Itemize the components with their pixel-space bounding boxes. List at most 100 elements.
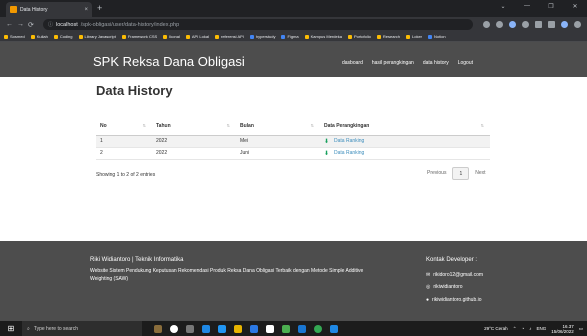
- bookmark-item[interactable]: Framework CSS: [121, 34, 157, 39]
- extensions-puzzle-icon[interactable]: [535, 21, 542, 28]
- column-header-year[interactable]: Tahun ⇅: [152, 117, 236, 136]
- bookmark-item[interactable]: Library Javascript: [78, 34, 116, 39]
- cortana-icon[interactable]: [170, 324, 178, 333]
- bookmark-item[interactable]: Coding: [53, 34, 73, 39]
- bookmark-item[interactable]: hyperstudy: [249, 34, 275, 39]
- sort-icon: ⇅: [310, 123, 314, 128]
- tab-search-button[interactable]: ⌄: [497, 3, 509, 10]
- column-header-no[interactable]: No ⇅: [96, 117, 152, 136]
- extension-icon[interactable]: [522, 21, 529, 28]
- browser-tab[interactable]: Data History ×: [6, 2, 92, 17]
- nav-link-data-history[interactable]: data history: [423, 60, 449, 66]
- bookmark-item[interactable]: Portofolio: [347, 34, 371, 39]
- bookmark-item[interactable]: Notion: [428, 34, 446, 39]
- table-row: 1 2022 Mei ⬇ Data Ranking: [96, 135, 490, 148]
- sidebar-icon[interactable]: [548, 21, 555, 28]
- file-explorer-icon[interactable]: [234, 324, 242, 333]
- url-host: localhost: [56, 21, 78, 28]
- bookmark-item[interactable]: Figma: [281, 34, 299, 39]
- tray-chevron-icon[interactable]: ⌃: [513, 326, 517, 332]
- chrome-icon[interactable]: [314, 324, 322, 333]
- weather-widget[interactable]: 29°C Cerah: [484, 326, 508, 331]
- notion-icon: [428, 34, 433, 39]
- sort-icon: ⇅: [226, 123, 230, 128]
- site-header: SPK Reksa Dana Obligasi dasboard hasil p…: [0, 42, 587, 77]
- back-arrow-icon[interactable]: ←: [6, 21, 17, 28]
- nav-link-ranking-results[interactable]: hasil perangkingan: [372, 60, 414, 66]
- sort-icon: ⇅: [480, 123, 484, 128]
- app-icon[interactable]: [266, 324, 274, 333]
- forward-arrow-icon[interactable]: →: [17, 21, 28, 28]
- app-icon[interactable]: [218, 324, 226, 333]
- share-icon[interactable]: [483, 21, 490, 28]
- tab-close-icon[interactable]: ×: [84, 7, 88, 13]
- bookmark-item[interactable]: Research: [376, 34, 400, 39]
- task-view-icon[interactable]: [186, 324, 194, 333]
- windows-taskbar: ⊞ ⌕ Type here to search 29°C Cerah ⌃ ◔ ♪…: [0, 321, 587, 336]
- data-ranking-link[interactable]: ⬇ Data Ranking: [324, 138, 364, 145]
- contact-email[interactable]: ✉ rikidoro12@gmail.com: [426, 272, 483, 278]
- language-indicator[interactable]: ENG: [536, 326, 546, 331]
- menu-kebab-icon[interactable]: [574, 21, 581, 28]
- site-footer: Riki Widiantoro | Teknik Informatika Web…: [0, 241, 587, 321]
- folder-icon: [215, 34, 219, 39]
- download-icon: ⬇: [324, 138, 330, 145]
- widget-icon[interactable]: [154, 324, 162, 333]
- url-input[interactable]: ⓘ localhost/spk-obligasi/user/data-histo…: [43, 19, 473, 30]
- footer-title: Riki Widiantoro | Teknik Informatika: [90, 257, 184, 263]
- close-window-button[interactable]: ✕: [569, 3, 581, 10]
- mail-icon: ✉: [426, 272, 431, 278]
- bookmark-item[interactable]: Kampus Merdeka: [304, 34, 342, 39]
- app-icon[interactable]: [330, 324, 338, 333]
- contact-instagram[interactable]: ◎ rikiwidiantoro: [426, 284, 463, 290]
- contact-github[interactable]: ● rikiwidiantoro.github.io: [426, 297, 482, 303]
- bookmark-item[interactable]: Kuliah: [30, 34, 48, 39]
- column-header-month[interactable]: Bulan ⇅: [236, 117, 320, 136]
- new-tab-button[interactable]: +: [97, 3, 102, 13]
- bookmark-item[interactable]: Ikonal: [163, 34, 180, 39]
- system-clock[interactable]: 16.37 15/06/2022: [551, 324, 574, 334]
- edge-icon[interactable]: [202, 324, 210, 333]
- previous-button[interactable]: Previous: [421, 167, 452, 180]
- table-header-row: No ⇅ Tahun ⇅ Bulan ⇅ Data Perangkingan ⇅: [96, 117, 490, 136]
- folder-icon: [249, 34, 254, 39]
- site-info-icon[interactable]: ⓘ: [48, 21, 53, 28]
- notification-icon[interactable]: ▭: [579, 326, 583, 332]
- next-button[interactable]: Next: [469, 167, 491, 180]
- nav-link-dashboard[interactable]: dasboard: [342, 60, 363, 66]
- bookmark-star-icon[interactable]: [496, 21, 503, 28]
- instagram-icon: ◎: [426, 284, 431, 290]
- profile-avatar[interactable]: [561, 21, 568, 28]
- bookmark-item[interactable]: API Lokal: [185, 34, 209, 39]
- address-bar: ← → ⟳ ⓘ localhost/spk-obligasi/user/data…: [0, 17, 587, 32]
- bookmark-item[interactable]: Sosmed: [4, 34, 25, 39]
- table-row: 2 2022 Juni ⬇ Data Ranking: [96, 147, 490, 160]
- folder-icon: [304, 34, 309, 39]
- data-ranking-link[interactable]: ⬇ Data Ranking: [324, 150, 364, 157]
- extension-icon[interactable]: [509, 21, 516, 28]
- taskbar-search-input[interactable]: ⌕ Type here to search: [22, 321, 142, 336]
- windows-start-icon[interactable]: ⊞: [0, 324, 22, 333]
- volume-icon[interactable]: ♪: [529, 326, 531, 331]
- cell-month: Juni: [236, 147, 320, 160]
- folder-icon: [406, 34, 410, 39]
- app-icon[interactable]: [282, 324, 290, 333]
- history-table: No ⇅ Tahun ⇅ Bulan ⇅ Data Perangkingan ⇅ 1 2…: [96, 117, 490, 160]
- folder-icon: [121, 34, 126, 39]
- store-icon[interactable]: [250, 324, 258, 333]
- browser-tabstrip: Data History × + ⌄ — ❐ ✕: [0, 0, 587, 17]
- nav-link-logout[interactable]: Logout: [458, 60, 473, 66]
- folder-icon: [53, 34, 58, 39]
- bookmark-item[interactable]: Loker: [406, 34, 422, 39]
- column-header-ranking-data[interactable]: Data Perangkingan ⇅: [320, 117, 490, 136]
- page-1-button[interactable]: 1: [452, 167, 470, 180]
- folder-icon: [78, 34, 83, 39]
- vscode-icon[interactable]: [298, 324, 306, 333]
- site-brand[interactable]: SPK Reksa Dana Obligasi: [93, 54, 245, 69]
- maximize-button[interactable]: ❐: [545, 3, 557, 10]
- bookmark-item[interactable]: referensi API: [215, 34, 244, 39]
- site-nav: dasboard hasil perangkingan data history…: [342, 60, 473, 66]
- reload-icon[interactable]: ⟳: [28, 21, 39, 29]
- network-icon[interactable]: ◔: [521, 326, 524, 331]
- minimize-button[interactable]: —: [521, 3, 533, 10]
